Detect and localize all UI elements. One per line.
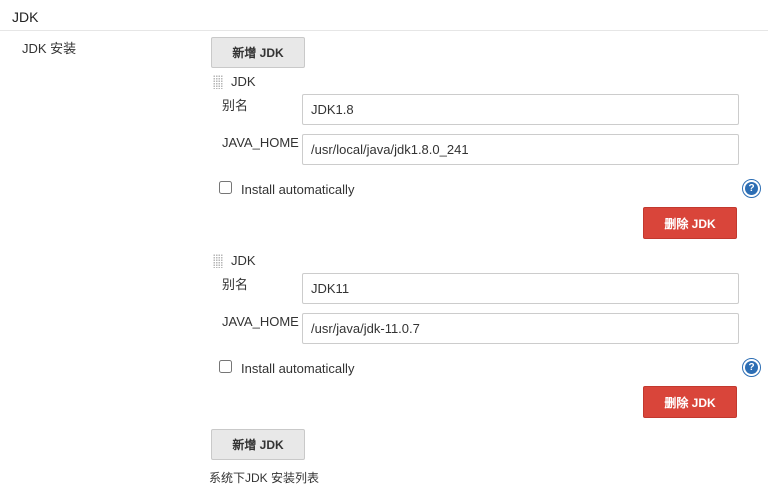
java-home-input[interactable] — [302, 313, 739, 344]
install-automatically-label: Install automatically — [241, 361, 355, 376]
install-automatically-checkbox[interactable] — [219, 181, 232, 194]
alias-label: 别名 — [222, 98, 249, 113]
add-jdk-button-bottom[interactable]: 新增 JDK — [211, 429, 305, 460]
install-automatically-label: Install automatically — [241, 182, 355, 197]
section-title: JDK — [12, 9, 39, 25]
install-automatically-checkbox[interactable] — [219, 360, 232, 373]
alias-input[interactable] — [302, 94, 739, 125]
delete-jdk-button[interactable]: 删除 JDK — [643, 386, 737, 418]
add-jdk-button-top[interactable]: 新增 JDK — [211, 37, 305, 68]
question-mark-icon: ? — [745, 361, 758, 374]
jdk-install-label: JDK 安装 — [22, 41, 77, 56]
java-home-label: JAVA_HOME — [222, 135, 299, 150]
delete-jdk-button[interactable]: 删除 JDK — [643, 207, 737, 239]
jdk-entry-header: JDK — [231, 253, 256, 268]
alias-label: 别名 — [222, 277, 249, 292]
alias-input[interactable] — [302, 273, 739, 304]
jdk-entry-header: JDK — [231, 74, 256, 89]
drag-handle-icon[interactable] — [213, 254, 223, 268]
help-icon[interactable]: ? — [742, 179, 761, 198]
java-home-input[interactable] — [302, 134, 739, 165]
java-home-label: JAVA_HOME — [222, 314, 299, 329]
drag-handle-icon[interactable] — [213, 75, 223, 89]
question-mark-icon: ? — [745, 182, 758, 195]
jdk-install-description: 系统下JDK 安装列表 — [209, 471, 320, 485]
section-divider — [0, 30, 768, 31]
help-icon[interactable]: ? — [742, 358, 761, 377]
